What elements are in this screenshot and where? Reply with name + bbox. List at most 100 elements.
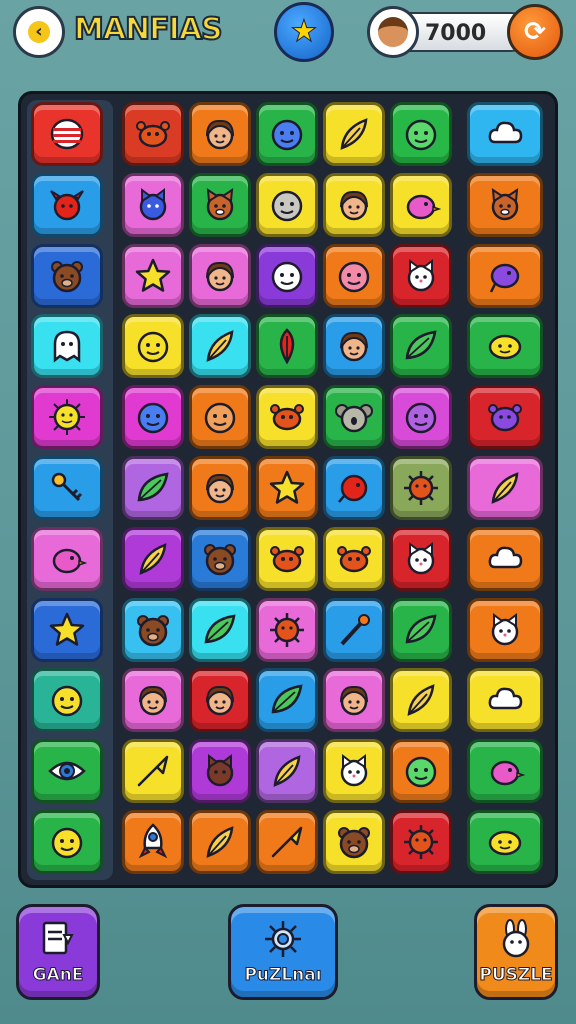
game-tile[interactable] [31,739,103,804]
game-tile[interactable] [467,526,543,591]
game-tile[interactable] [122,526,184,591]
game-tile[interactable] [467,385,543,450]
game-tile[interactable] [122,102,184,166]
game-tile[interactable] [189,243,251,308]
game-tile[interactable] [467,243,543,308]
game-tile[interactable] [467,810,543,874]
feather-icon [340,118,368,150]
game-tile[interactable] [467,102,543,166]
game-tile[interactable] [467,314,543,379]
avatar[interactable] [367,6,419,58]
game-tile[interactable] [189,597,251,662]
game-tile[interactable] [390,172,452,237]
avatar-face-icon [378,17,408,47]
girl-icon [340,332,368,362]
game-tile[interactable] [31,172,103,237]
game-tile[interactable] [31,243,103,308]
game-tile[interactable] [390,668,452,733]
game-tile[interactable] [31,102,103,166]
game-tile[interactable] [256,385,318,450]
game-tile[interactable] [31,668,103,733]
game-tile[interactable] [323,385,385,450]
game-tile[interactable] [122,314,184,379]
game-tile[interactable] [189,739,251,804]
game-tile[interactable] [256,243,318,308]
game-tile[interactable] [390,314,452,379]
back-button[interactable]: ‹ [13,6,65,58]
game-tile[interactable] [189,314,251,379]
game-tile[interactable] [390,597,452,662]
game-tile[interactable] [467,668,543,733]
purple-bug-icon [488,404,522,432]
game-tile[interactable] [256,456,318,520]
game-tile[interactable] [323,526,385,591]
refresh-button[interactable]: ⟳ [507,4,563,60]
game-tile[interactable] [256,668,318,733]
red-bird-icon [338,474,368,503]
leaf-icon [405,330,437,360]
game-tile[interactable] [390,810,452,874]
game-tile[interactable] [467,456,543,520]
game-tile[interactable] [323,314,385,379]
game-tile[interactable] [189,385,251,450]
game-tile[interactable] [31,810,103,874]
game-tile[interactable] [323,668,385,733]
game-tile[interactable] [256,172,318,237]
game-tile[interactable] [256,597,318,662]
fox-icon [491,187,519,221]
coin-counter: 7000 ⟳ [367,4,563,60]
game-tile[interactable] [31,385,103,450]
game-tile[interactable] [256,739,318,804]
game-tile[interactable] [467,172,543,237]
game-tile[interactable] [390,243,452,308]
game-tile[interactable] [323,243,385,308]
game-tile[interactable] [31,526,103,591]
game-tile[interactable] [122,172,184,237]
leaf-icon [405,614,437,643]
game-tile[interactable] [122,456,184,520]
white-face-icon [271,261,303,292]
game-button[interactable]: GAnE [16,904,100,1000]
game-tile[interactable] [390,526,452,591]
game-tile[interactable] [323,102,385,166]
game-tile[interactable] [189,172,251,237]
game-tile[interactable] [323,597,385,662]
game-tile[interactable] [31,597,103,662]
puzzle-mode-button[interactable]: PUSZLE [474,904,558,1000]
game-tile[interactable] [390,456,452,520]
game-tile[interactable] [189,456,251,520]
game-tile[interactable] [256,526,318,591]
game-tile[interactable] [122,597,184,662]
game-tile[interactable] [189,102,251,166]
sun-icon [49,399,85,436]
star-button[interactable]: ★ [274,2,334,62]
game-tile[interactable] [467,739,543,804]
game-tile[interactable] [122,668,184,733]
game-tile[interactable] [467,597,543,662]
puzzle-button[interactable]: PuZLnaı [228,904,338,1000]
game-tile[interactable] [323,810,385,874]
chevron-left-icon: ‹ [28,21,50,43]
game-tile[interactable] [122,739,184,804]
game-tile[interactable] [256,314,318,379]
game-tile[interactable] [189,526,251,591]
game-tile[interactable] [122,385,184,450]
game-tile[interactable] [122,810,184,874]
game-tile[interactable] [323,739,385,804]
game-tile[interactable] [390,385,452,450]
game-tile[interactable] [323,456,385,520]
game-tile[interactable] [323,172,385,237]
bear-icon [51,260,83,292]
game-tile[interactable] [256,810,318,874]
crab-icon [270,545,304,573]
game-tile[interactable] [122,243,184,308]
game-tile[interactable] [189,668,251,733]
game-tile[interactable] [31,314,103,379]
game-tile[interactable] [31,456,103,520]
ghost-icon [53,331,81,363]
game-tile[interactable] [390,102,452,166]
virus-icon [404,825,438,859]
game-tile[interactable] [390,739,452,804]
game-tile[interactable] [189,810,251,874]
game-tile[interactable] [256,102,318,166]
